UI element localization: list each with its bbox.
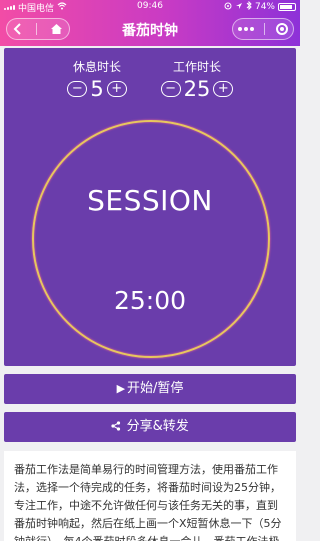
work-setting: 工作时长 − 25 +	[142, 58, 252, 100]
more-icon[interactable]	[238, 27, 255, 31]
session-label: SESSION	[87, 184, 213, 217]
location-icon	[224, 2, 232, 13]
bluetooth-icon	[246, 0, 252, 13]
break-stepper: − 5 +	[42, 78, 152, 100]
work-value: 25	[183, 77, 211, 101]
navigation-icon	[235, 2, 243, 13]
share-button[interactable]: 分享&转发	[4, 412, 296, 442]
description-card: 番茄工作法是简单易行的时间管理方法，使用番茄工作法，选择一个待完成的任务，将番茄…	[4, 451, 296, 541]
work-stepper: − 25 +	[142, 78, 252, 100]
target-icon[interactable]	[275, 23, 288, 35]
status-bar: 中国电信 09:46 74%	[0, 0, 300, 14]
play-icon: ▶	[116, 382, 126, 395]
share-icon	[111, 420, 125, 433]
break-setting: 休息时长 − 5 +	[42, 58, 152, 100]
capsule-divider	[264, 23, 266, 35]
break-plus-button[interactable]: +	[106, 81, 127, 97]
start-pause-button[interactable]: ▶ 开始/暂停	[4, 374, 296, 404]
timer-panel: 休息时长 − 5 + 工作时长 − 25 + SESSION 25:00	[4, 48, 296, 366]
countdown-display: 25:00	[113, 286, 187, 315]
description-text: 番茄工作法是简单易行的时间管理方法，使用番茄工作法，选择一个待完成的任务，将番茄…	[14, 463, 282, 541]
mini-program-capsule	[232, 18, 294, 40]
work-label: 工作时长	[172, 60, 221, 74]
break-label: 休息时长	[72, 60, 121, 74]
timer-ring[interactable]	[32, 120, 270, 358]
start-pause-label: 开始/暂停	[127, 381, 184, 396]
work-plus-button[interactable]: +	[213, 81, 234, 97]
break-minus-button[interactable]: −	[67, 81, 88, 97]
break-value: 5	[90, 77, 104, 101]
battery-percent: 74%	[254, 2, 275, 12]
share-label: 分享&转发	[126, 419, 189, 434]
battery-icon	[278, 3, 296, 11]
work-minus-button[interactable]: −	[160, 81, 181, 97]
status-right: 74%	[224, 0, 296, 13]
app-header: 中国电信 09:46 74% 番茄时钟	[0, 0, 300, 46]
